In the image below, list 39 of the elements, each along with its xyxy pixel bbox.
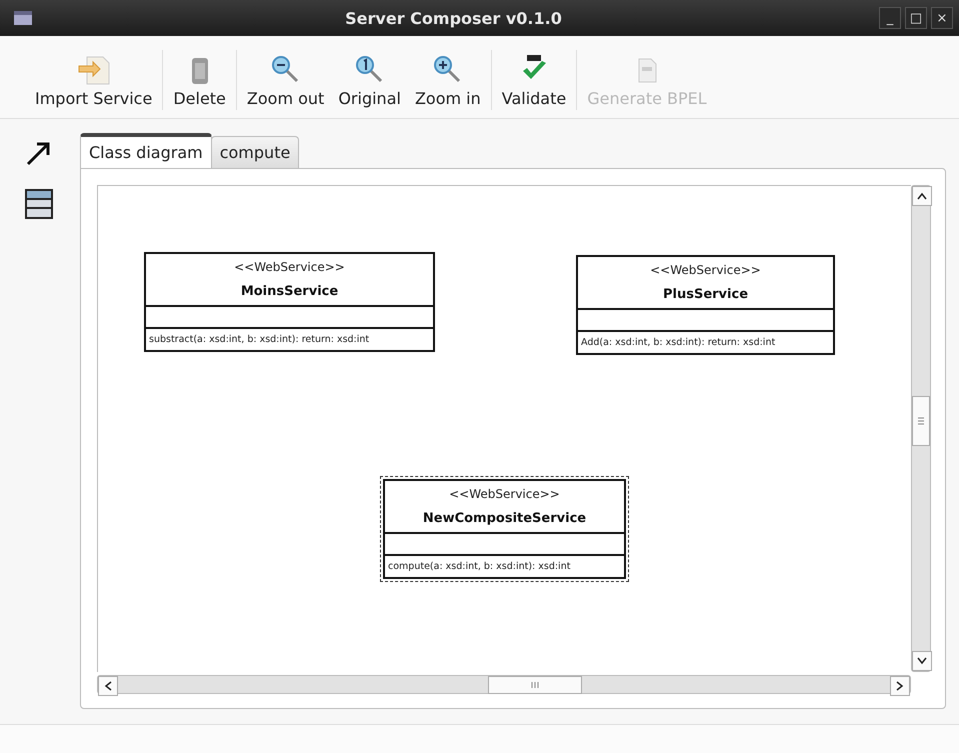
- class-name: PlusService: [662, 287, 748, 302]
- scroll-thumb[interactable]: [912, 396, 930, 446]
- right-caret-icon[interactable]: [896, 681, 904, 691]
- class-stereotype: <<WebService>>: [650, 263, 761, 277]
- vertical-scrollbar[interactable]: [911, 185, 931, 672]
- class-node[interactable]: <<WebService>> NewCompositeService compute(a: xsd:int, b: xsd:int): xsd:int: [380, 476, 629, 582]
- import-document-icon: [76, 55, 111, 85]
- up-caret-icon[interactable]: [917, 192, 927, 200]
- down-caret-icon[interactable]: [917, 657, 927, 665]
- window-control-button[interactable]: ×: [931, 7, 953, 29]
- window-control-button[interactable]: □: [905, 7, 927, 29]
- window-title: Server Composer v0.1.0: [344, 8, 563, 28]
- window-control-button[interactable]: _: [879, 7, 901, 29]
- class-name: MoinsService: [240, 284, 338, 299]
- class-stereotype: <<WebService>>: [234, 260, 345, 274]
- toolbar-button[interactable]: Zoom out: [240, 36, 332, 118]
- toolbar-button[interactable]: Validate: [494, 36, 574, 118]
- tab[interactable]: compute: [210, 136, 300, 168]
- class-name: NewCompositeService: [422, 511, 586, 526]
- class-operation: Add(a: xsd:int, b: xsd:int): return: xsd:int: [580, 336, 776, 350]
- toolbar-button[interactable]: Delete: [166, 36, 233, 118]
- magnifier-icon: [354, 55, 385, 85]
- tab[interactable]: Class diagram: [80, 133, 212, 168]
- scroll-thumb[interactable]: [488, 676, 582, 694]
- class-node[interactable]: <<WebService>> MoinsService substract(a: xsd:int, b: xsd:int): return: xsd:int: [141, 249, 438, 355]
- zoom-out-icon: [270, 55, 301, 85]
- class-operation: compute(a: xsd:int, b: xsd:int): xsd:int: [387, 560, 572, 574]
- toolbar-button[interactable]: Original: [331, 36, 408, 118]
- left-caret-icon[interactable]: [104, 681, 112, 691]
- toolbar-button[interactable]: Import Service: [28, 36, 160, 118]
- trash-can-icon: [190, 55, 210, 85]
- toolbar-button[interactable]: Zoom in: [408, 36, 488, 118]
- class-tool-icon[interactable]: [25, 189, 53, 219]
- class-node[interactable]: <<WebService>> PlusService Add(a: xsd:int, b: xsd:int): return: xsd:int: [573, 252, 838, 358]
- horizontal-scrollbar[interactable]: [97, 675, 911, 694]
- class-operation: substract(a: xsd:int, b: xsd:int): return: xsd:int: [148, 333, 370, 347]
- zoom-in-icon: [432, 55, 463, 85]
- class-stereotype: <<WebService>>: [449, 487, 560, 501]
- window-icon: [14, 11, 32, 25]
